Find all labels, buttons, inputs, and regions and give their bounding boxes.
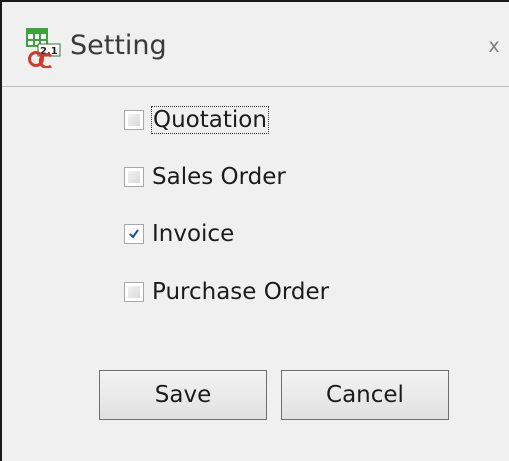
invoice-checkbox[interactable] xyxy=(124,224,144,244)
quotation-label[interactable]: Quotation xyxy=(151,100,269,140)
checkmark-icon xyxy=(129,229,139,239)
app-calc-icon: 2.1 xyxy=(26,28,61,68)
save-button[interactable]: Save xyxy=(99,370,267,420)
setting-dialog: 2.1 Setting x Quotation Sales Order Invo… xyxy=(0,0,509,461)
close-button[interactable]: x xyxy=(482,26,506,66)
title-bar[interactable]: 2.1 Setting x xyxy=(2,2,509,87)
sales-order-checkbox[interactable] xyxy=(124,167,144,187)
window-title: Setting xyxy=(70,30,167,61)
purchase-order-checkbox[interactable] xyxy=(124,282,144,302)
cancel-button[interactable]: Cancel xyxy=(281,370,449,420)
quotation-checkbox[interactable] xyxy=(124,110,144,130)
purchase-order-label[interactable]: Purchase Order xyxy=(152,272,329,312)
invoice-label[interactable]: Invoice xyxy=(152,214,234,254)
sales-order-label[interactable]: Sales Order xyxy=(152,157,286,197)
